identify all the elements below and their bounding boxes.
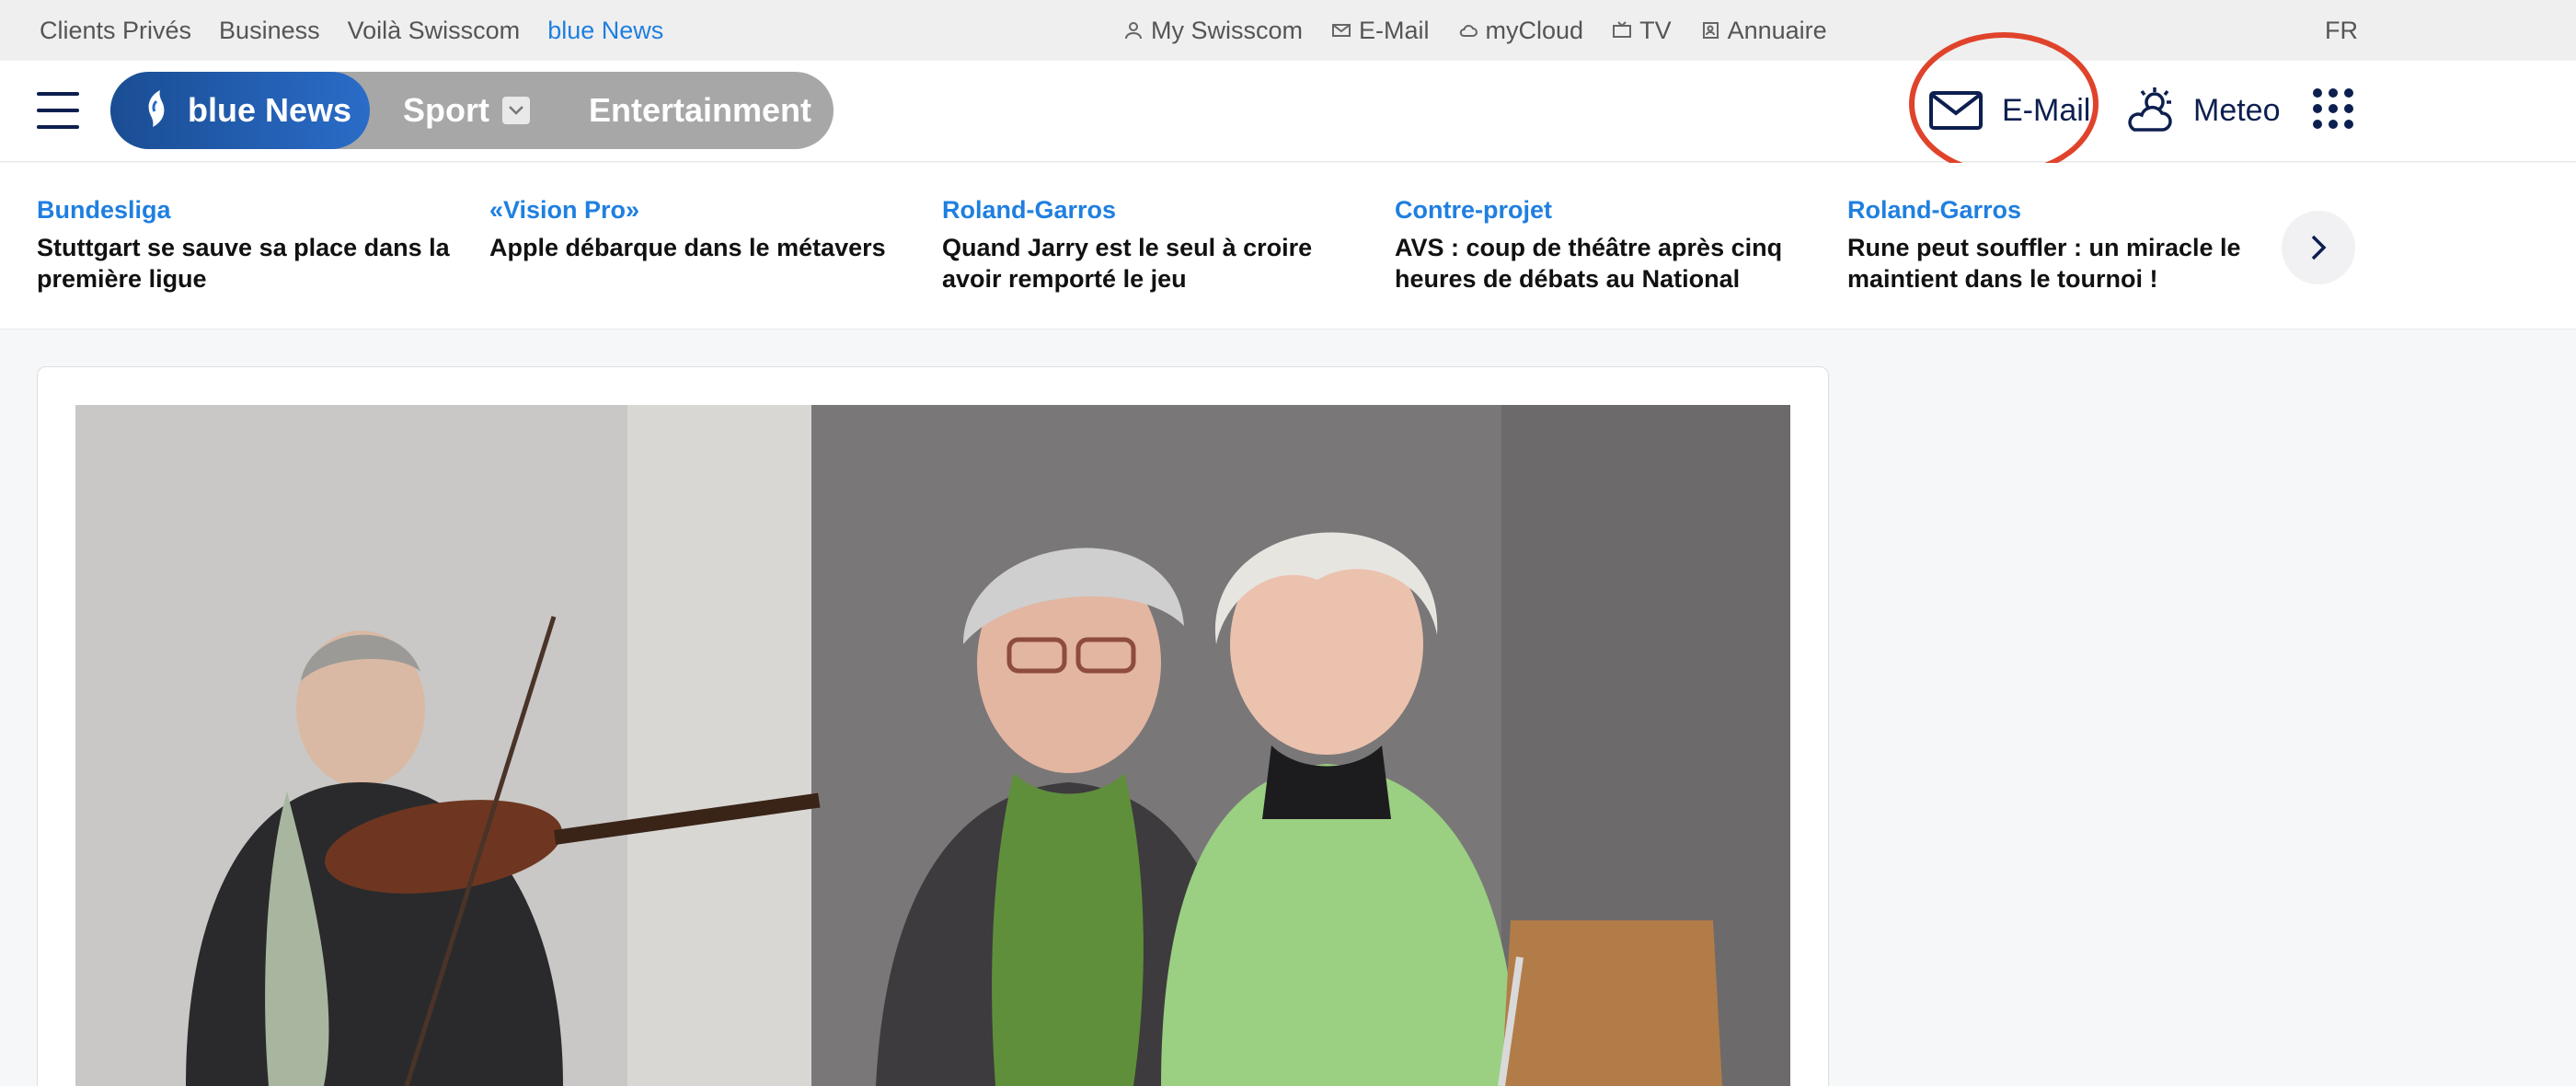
ticker-title: Quand Jarry est le seul à croire avoir r… bbox=[942, 234, 1313, 293]
service-label: My Swisscom bbox=[1151, 16, 1304, 44]
ticker-item[interactable]: Contre-projet AVS : coup de théâtre aprè… bbox=[1395, 196, 1818, 295]
service-tv[interactable]: TV bbox=[1613, 17, 1672, 45]
service-label: E-Mail bbox=[1359, 16, 1430, 44]
tab-label: Sport bbox=[403, 91, 489, 129]
service-label: myCloud bbox=[1485, 16, 1584, 44]
top-services: My Swisscom E-Mail myCloud TV Annuaire bbox=[1124, 17, 1827, 45]
link-voila-swisscom[interactable]: Voilà Swisscom bbox=[348, 17, 521, 45]
chevron-right-icon bbox=[2311, 235, 2327, 260]
ticker-category: Contre-projet bbox=[1395, 196, 1552, 224]
main-header: blue News Sport Entertainment E-Mail Met… bbox=[0, 61, 2576, 162]
main-nav: blue News Sport Entertainment bbox=[110, 72, 834, 149]
cloud-icon bbox=[1459, 24, 1478, 37]
brand-home-button[interactable]: blue News bbox=[110, 72, 370, 149]
tab-sport[interactable]: Sport bbox=[403, 91, 530, 130]
link-blue-news[interactable]: blue News bbox=[547, 17, 663, 45]
service-my-swisscom[interactable]: My Swisscom bbox=[1124, 17, 1303, 45]
service-annuaire[interactable]: Annuaire bbox=[1701, 17, 1827, 45]
ticker-category: Roland-Garros bbox=[942, 196, 1117, 224]
tab-entertainment[interactable]: Entertainment bbox=[589, 91, 811, 130]
header-meteo-label: Meteo bbox=[2193, 92, 2281, 128]
envelope-icon bbox=[1929, 91, 1983, 130]
link-business[interactable]: Business bbox=[219, 17, 320, 45]
directory-icon bbox=[1702, 22, 1719, 39]
ticker-item[interactable]: Bundesliga Stuttgart se sauve sa place d… bbox=[37, 196, 460, 295]
envelope-icon bbox=[1332, 24, 1351, 37]
ticker-category: «Vision Pro» bbox=[489, 196, 640, 224]
ticker-item[interactable]: Roland-Garros Quand Jarry est le seul à … bbox=[942, 196, 1365, 295]
top-left-links: Clients Privés Business Voilà Swisscom b… bbox=[40, 17, 663, 45]
service-email[interactable]: E-Mail bbox=[1332, 17, 1430, 45]
header-email-button[interactable]: E-Mail bbox=[1928, 83, 2090, 138]
ticker-item[interactable]: Roland-Garros Rune peut souffler : un mi… bbox=[1847, 196, 2271, 295]
header-meteo-button[interactable]: Meteo bbox=[2122, 83, 2281, 138]
weather-cloud-sun-icon bbox=[2128, 87, 2172, 132]
article-photo[interactable] bbox=[75, 405, 1790, 1086]
tab-label: Entertainment bbox=[589, 91, 812, 129]
ticker-item[interactable]: «Vision Pro» Apple débarque dans le méta… bbox=[489, 196, 913, 263]
language-switch[interactable]: FR bbox=[2325, 17, 2358, 45]
chevron-down-icon[interactable] bbox=[502, 97, 530, 124]
news-ticker: Bundesliga Stuttgart se sauve sa place d… bbox=[0, 163, 2576, 329]
ticker-title: Apple débarque dans le métavers bbox=[489, 234, 886, 261]
ticker-title: Rune peut souffler : un miracle le maint… bbox=[1847, 234, 2241, 293]
ticker-next-button[interactable] bbox=[2282, 211, 2355, 284]
header-email-label: E-Mail bbox=[2002, 92, 2091, 128]
ticker-category: Bundesliga bbox=[37, 196, 171, 224]
ticker-title: Stuttgart se sauve sa place dans la prem… bbox=[37, 234, 450, 293]
service-label: TV bbox=[1639, 16, 1672, 44]
brand-label: blue News bbox=[188, 91, 352, 129]
ticker-title: AVS : coup de théâtre après cinq heures … bbox=[1395, 234, 1783, 293]
top-utility-bar: Clients Privés Business Voilà Swisscom b… bbox=[0, 0, 2576, 61]
tv-icon bbox=[1613, 21, 1632, 38]
apps-grid-icon[interactable] bbox=[2313, 88, 2353, 129]
ticker-category: Roland-Garros bbox=[1847, 196, 2022, 224]
service-mycloud[interactable]: myCloud bbox=[1459, 16, 1584, 45]
article-photo-illustration bbox=[75, 405, 1790, 1086]
user-icon bbox=[1125, 22, 1142, 40]
service-label: Annuaire bbox=[1727, 16, 1827, 44]
hamburger-menu-icon[interactable] bbox=[37, 92, 79, 129]
link-clients-prives[interactable]: Clients Privés bbox=[40, 17, 191, 45]
swisscom-logo-icon bbox=[148, 90, 165, 127]
